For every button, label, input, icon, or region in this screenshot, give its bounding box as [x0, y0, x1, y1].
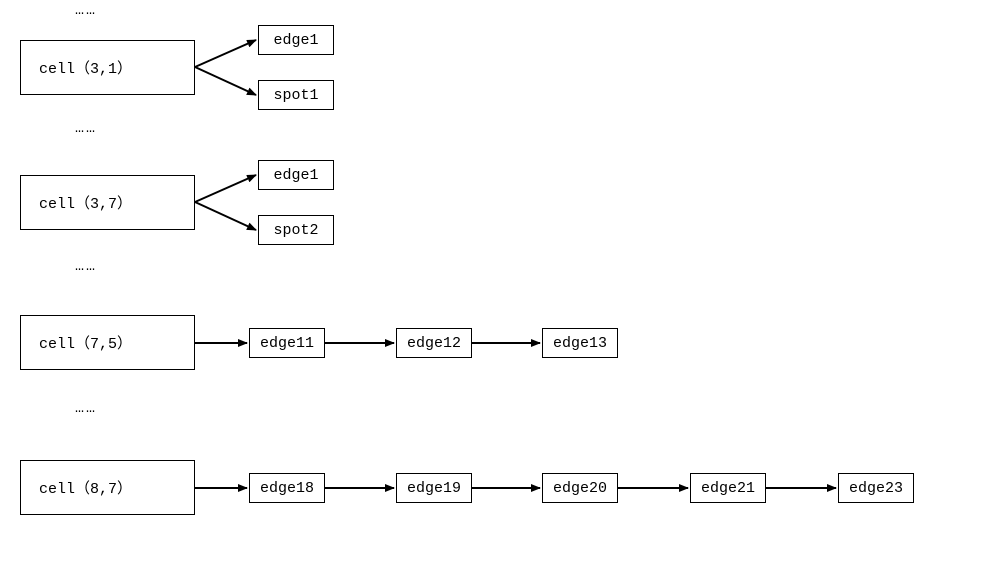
cell-label: cell（3,1）	[39, 57, 132, 78]
node-label: edge21	[701, 480, 755, 497]
node-edge1: edge1	[258, 25, 334, 55]
node-label: edge18	[260, 480, 314, 497]
cell-3-1: cell（3,1）	[20, 40, 195, 95]
node-label: spot2	[273, 222, 318, 239]
node-label: edge23	[849, 480, 903, 497]
ellipsis: ……	[75, 2, 97, 19]
ellipsis: ……	[75, 120, 97, 137]
node-label: edge1	[273, 167, 318, 184]
node-edge20: edge20	[542, 473, 618, 503]
node-edge1-b: edge1	[258, 160, 334, 190]
node-edge21: edge21	[690, 473, 766, 503]
node-edge19: edge19	[396, 473, 472, 503]
node-label: edge12	[407, 335, 461, 352]
cell-label: cell（8,7）	[39, 477, 132, 498]
node-spot1: spot1	[258, 80, 334, 110]
node-label: spot1	[273, 87, 318, 104]
node-edge13: edge13	[542, 328, 618, 358]
ellipsis: ……	[75, 258, 97, 275]
node-edge18: edge18	[249, 473, 325, 503]
node-label: edge13	[553, 335, 607, 352]
node-spot2: spot2	[258, 215, 334, 245]
node-label: edge11	[260, 335, 314, 352]
cell-3-7: cell（3,7）	[20, 175, 195, 230]
node-label: edge1	[273, 32, 318, 49]
cell-label: cell（7,5）	[39, 332, 132, 353]
node-label: edge19	[407, 480, 461, 497]
node-edge12: edge12	[396, 328, 472, 358]
ellipsis: ……	[75, 400, 97, 417]
cell-7-5: cell（7,5）	[20, 315, 195, 370]
node-label: edge20	[553, 480, 607, 497]
cell-label: cell（3,7）	[39, 192, 132, 213]
node-edge11: edge11	[249, 328, 325, 358]
node-edge23: edge23	[838, 473, 914, 503]
cell-8-7: cell（8,7）	[20, 460, 195, 515]
